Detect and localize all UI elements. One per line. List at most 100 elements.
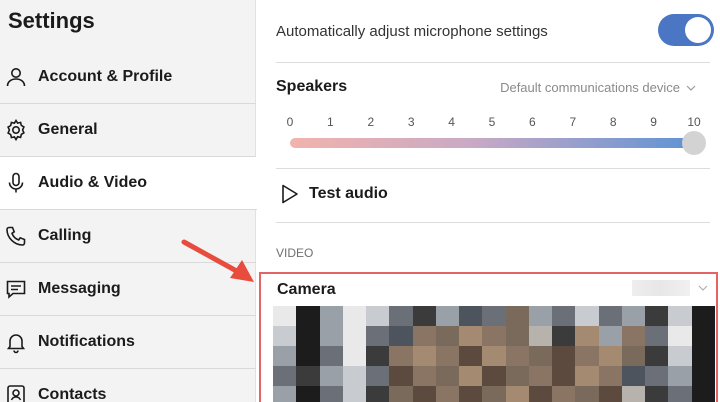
preview-pixel (505, 326, 529, 346)
preview-pixel (528, 366, 553, 386)
preview-pixel (342, 306, 367, 326)
speakers-title: Speakers (276, 78, 348, 95)
preview-pixel (645, 346, 669, 366)
volume-tick-label: 2 (367, 115, 375, 129)
person-icon (4, 65, 28, 89)
auto-mic-toggle[interactable] (658, 14, 714, 46)
sidebar-item-label: Account & Profile (38, 68, 173, 85)
preview-pixel (621, 306, 646, 326)
preview-pixel (598, 346, 622, 366)
preview-pixel (482, 306, 506, 326)
divider (276, 222, 710, 223)
preview-pixel (435, 386, 460, 402)
preview-pixel (505, 306, 529, 326)
preview-pixel (505, 346, 529, 366)
sidebar-item-label: Contacts (38, 386, 107, 402)
preview-pixel (389, 306, 413, 326)
volume-tick-labels: 0 1 2 3 4 5 6 7 8 9 10 (287, 115, 701, 131)
preview-pixel (459, 346, 483, 366)
preview-pixel (296, 346, 320, 366)
preview-pixel (273, 386, 297, 402)
preview-pixel (412, 306, 436, 326)
preview-pixel (459, 386, 483, 402)
preview-pixel (273, 326, 297, 346)
blurred-device-name (632, 280, 690, 296)
preview-pixel (482, 366, 506, 386)
preview-pixel (389, 366, 413, 386)
preview-pixel (552, 386, 576, 402)
preview-pixel (273, 306, 297, 326)
preview-pixel (366, 386, 390, 402)
preview-pixel (598, 306, 622, 326)
pointer-arrow-icon (181, 239, 254, 282)
sidebar-item-label: Calling (38, 227, 92, 244)
preview-pixel (482, 326, 506, 346)
sidebar-item-notifications[interactable]: Notifications (0, 316, 256, 369)
preview-pixel (598, 326, 622, 346)
volume-tick-label: 8 (609, 115, 617, 129)
preview-pixel (296, 386, 320, 402)
preview-pixel (296, 306, 320, 326)
preview-pixel (342, 326, 367, 346)
test-audio-button[interactable]: Test audio (281, 184, 388, 204)
speakers-device-dropdown[interactable]: Default communications device (500, 80, 696, 95)
message-icon (4, 277, 28, 301)
preview-pixel (412, 346, 436, 366)
toggle-knob (685, 17, 711, 43)
preview-pixel (552, 346, 576, 366)
sidebar-item-contacts[interactable]: Contacts (0, 369, 256, 402)
volume-tick-label: 4 (448, 115, 455, 129)
preview-pixel (621, 326, 646, 346)
preview-pixel (528, 326, 553, 346)
sidebar-item-general[interactable]: General (0, 104, 256, 157)
preview-pixel (389, 386, 413, 402)
preview-pixel (459, 326, 483, 346)
sidebar-item-label: Notifications (38, 333, 135, 350)
preview-pixel (691, 306, 715, 326)
test-audio-label: Test audio (309, 185, 388, 202)
preview-pixel (598, 386, 622, 402)
camera-preview (273, 306, 715, 402)
preview-pixel (459, 366, 483, 386)
volume-tick-label: 5 (488, 115, 496, 129)
preview-pixel (505, 386, 529, 402)
sidebar-item-account-profile[interactable]: Account & Profile (0, 51, 256, 104)
preview-pixel (645, 386, 669, 402)
preview-pixel (575, 366, 599, 386)
sidebar-item-label: General (38, 121, 98, 138)
preview-pixel (435, 306, 460, 326)
sidebar-item-label: Audio & Video (38, 174, 148, 191)
preview-pixel (645, 366, 669, 386)
preview-pixel (691, 326, 715, 346)
chevron-down-icon (686, 85, 696, 91)
preview-pixel (552, 326, 576, 346)
bell-icon (4, 330, 28, 354)
camera-highlight-box: Camera (259, 272, 718, 402)
sidebar-item-audio-video[interactable]: Audio & Video (0, 157, 257, 210)
speakers-device-value: Default communications device (500, 80, 680, 95)
volume-tick-label: 10 (687, 115, 701, 129)
preview-pixel (366, 346, 390, 366)
camera-device-dropdown[interactable] (632, 280, 708, 296)
preview-pixel (366, 306, 390, 326)
preview-pixel (575, 346, 599, 366)
preview-pixel (691, 346, 715, 366)
divider (276, 168, 710, 169)
settings-nav: Account & Profile General Audio & Video … (0, 51, 257, 402)
auto-mic-row: Automatically adjust microphone settings (276, 14, 716, 48)
slider-thumb[interactable] (682, 131, 706, 155)
preview-pixel (598, 366, 622, 386)
preview-pixel (691, 386, 715, 402)
preview-pixel (668, 346, 692, 366)
preview-pixel (342, 346, 367, 366)
preview-pixel (366, 326, 390, 346)
chevron-down-icon (698, 285, 708, 291)
preview-pixel (273, 366, 297, 386)
preview-pixel (691, 366, 715, 386)
preview-pixel (482, 386, 506, 402)
speaker-volume-slider[interactable] (290, 138, 694, 148)
preview-pixel (575, 386, 599, 402)
camera-title: Camera (277, 281, 336, 298)
microphone-icon (4, 171, 28, 195)
preview-pixel (645, 326, 669, 346)
